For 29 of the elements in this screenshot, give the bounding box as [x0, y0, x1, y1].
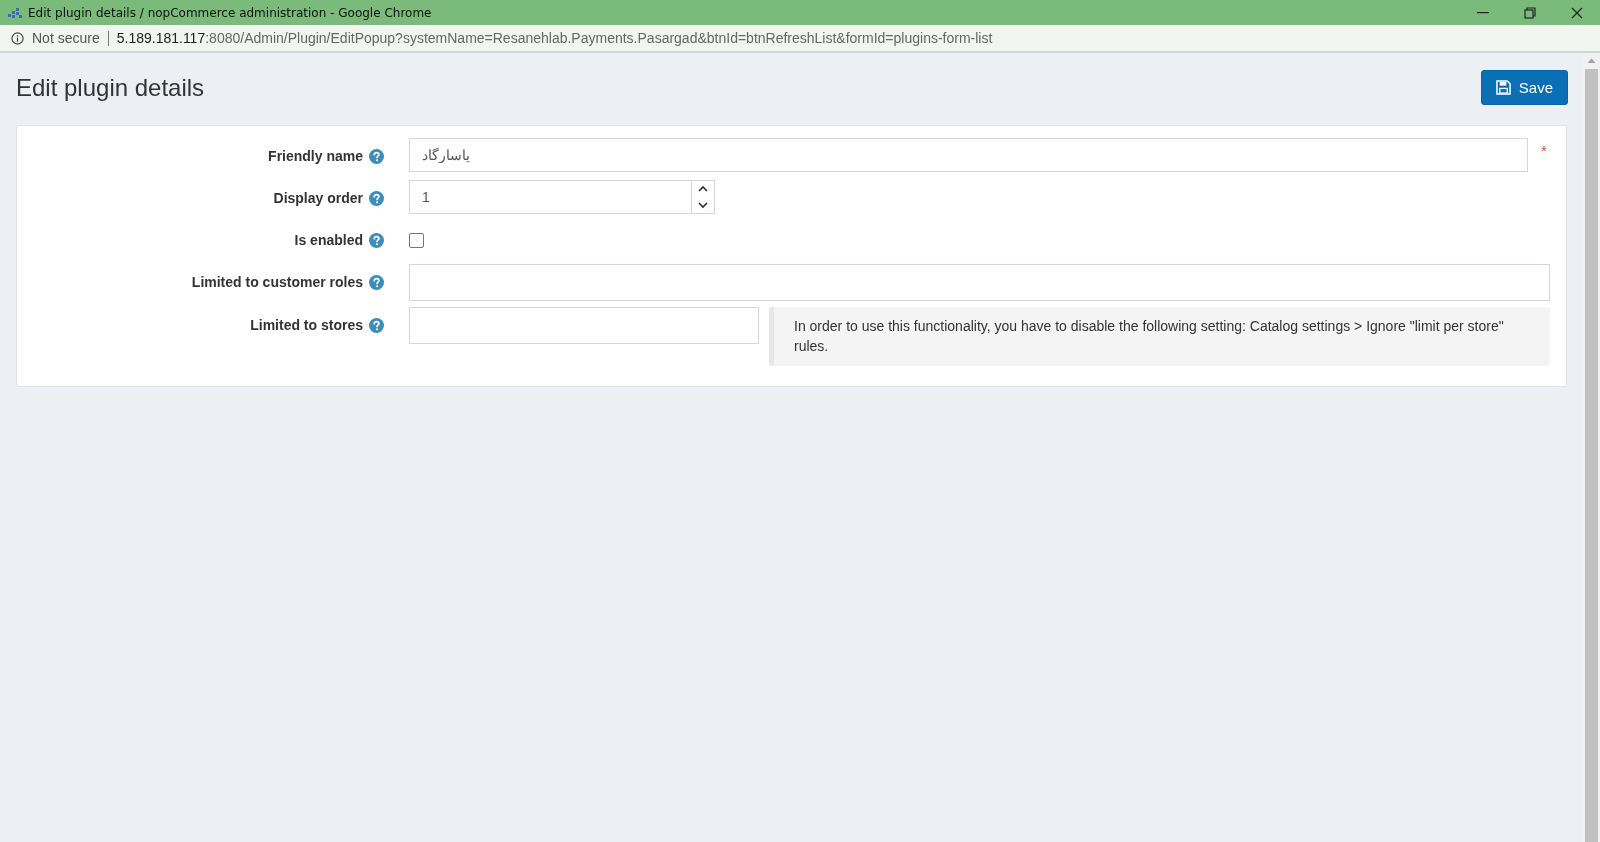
help-icon	[369, 317, 384, 333]
minimize-icon[interactable]	[1477, 11, 1490, 14]
field-label: Is enabled	[294, 232, 363, 248]
multiselect-field[interactable]	[409, 307, 759, 344]
save-icon	[1495, 80, 1511, 95]
field-label: Limited to customer roles	[191, 274, 363, 290]
number-field[interactable]: 1	[409, 180, 715, 214]
text-field[interactable]: پاسارگاد	[409, 138, 1528, 172]
app-icon	[8, 6, 22, 19]
field-label: Friendly name	[268, 148, 363, 164]
required-mark: *	[1540, 142, 1548, 159]
info-note: In order to use this functionality, you have to disable the following setting: Catalog settings > Ignore "limit per store" rules.	[769, 307, 1550, 366]
info-icon[interactable]	[11, 31, 24, 45]
help-icon	[369, 148, 384, 164]
multiselect-field[interactable]	[409, 264, 1550, 301]
url-text[interactable]: 5.189.181.117:8080/Admin/Plugin/EditPopup?systemName=Resanehlab.Payments.Pasargad&btnId=btnRefreshList&formId=plugins-form-list	[116, 30, 993, 46]
help-icon	[369, 190, 384, 206]
save-button[interactable]: Save	[1480, 70, 1568, 105]
close-icon[interactable]	[1570, 6, 1583, 19]
field-label: Limited to stores	[250, 317, 363, 333]
checkbox[interactable]	[409, 233, 424, 248]
restore-icon[interactable]	[1524, 6, 1536, 19]
help-icon	[369, 232, 384, 248]
help-icon	[369, 274, 384, 290]
field-label: Display order	[273, 190, 363, 206]
window-title: Edit plugin details / nopCommerce administration - Google Chrome	[28, 5, 432, 20]
security-label[interactable]: Not secure	[32, 30, 100, 46]
page-title: Edit plugin details	[16, 73, 205, 102]
scrollbar-thumb[interactable]	[1585, 69, 1598, 842]
